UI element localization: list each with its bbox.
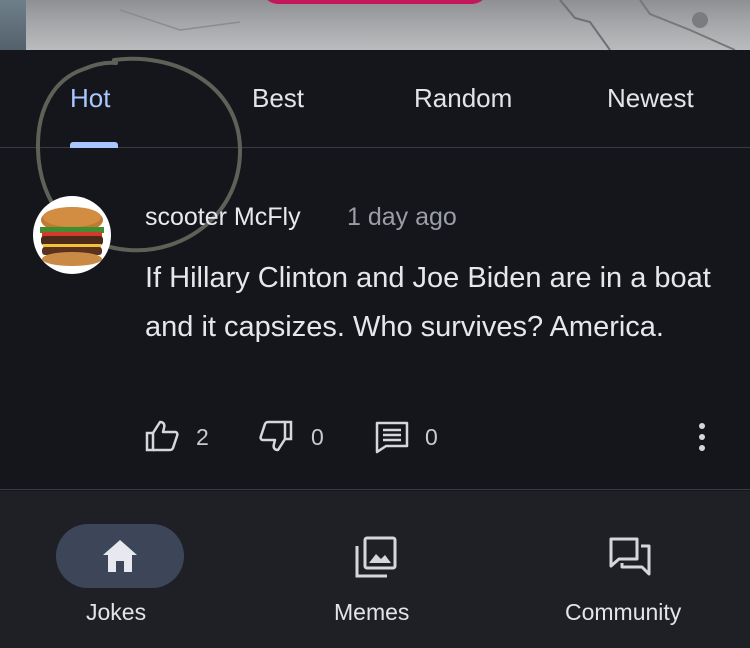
like-count: 2 bbox=[196, 424, 209, 450]
post-author[interactable]: scooter McFly bbox=[145, 203, 301, 232]
dislike-count: 0 bbox=[311, 424, 324, 450]
post-time: 1 day ago bbox=[347, 203, 457, 231]
post-card[interactable]: scooter McFly 1 day ago If Hillary Clint… bbox=[0, 148, 750, 490]
nav-label-community: Community bbox=[565, 599, 682, 625]
banner-texture bbox=[119, 0, 736, 50]
more-options-icon[interactable] bbox=[690, 420, 714, 454]
nav-item-community[interactable]: Community bbox=[510, 491, 750, 648]
post-body: If Hillary Clinton and Joe Biden are in … bbox=[145, 262, 711, 343]
tab-best[interactable]: Best bbox=[252, 83, 304, 114]
tab-newest[interactable]: Newest bbox=[607, 83, 694, 114]
comment-count: 0 bbox=[425, 424, 438, 450]
tab-random[interactable]: Random bbox=[414, 83, 512, 114]
gallery-icon bbox=[355, 536, 397, 578]
nav-item-jokes[interactable]: Jokes bbox=[0, 491, 240, 648]
comment-icon[interactable] bbox=[374, 420, 410, 454]
nav-item-memes[interactable]: Memes bbox=[255, 491, 495, 648]
nav-label-memes: Memes bbox=[334, 599, 410, 625]
forum-icon bbox=[609, 537, 651, 576]
post-actions: 2 0 0 bbox=[0, 420, 750, 454]
thumbs-down-icon[interactable] bbox=[258, 420, 294, 452]
burger-icon bbox=[40, 207, 104, 266]
home-icon bbox=[103, 540, 137, 572]
nav-label-jokes: Jokes bbox=[86, 599, 147, 625]
header-banner-image bbox=[0, 0, 750, 50]
avatar[interactable] bbox=[33, 196, 111, 274]
bottom-navigation: Jokes Memes Community bbox=[0, 491, 750, 648]
thumbs-up-icon[interactable] bbox=[144, 420, 180, 452]
